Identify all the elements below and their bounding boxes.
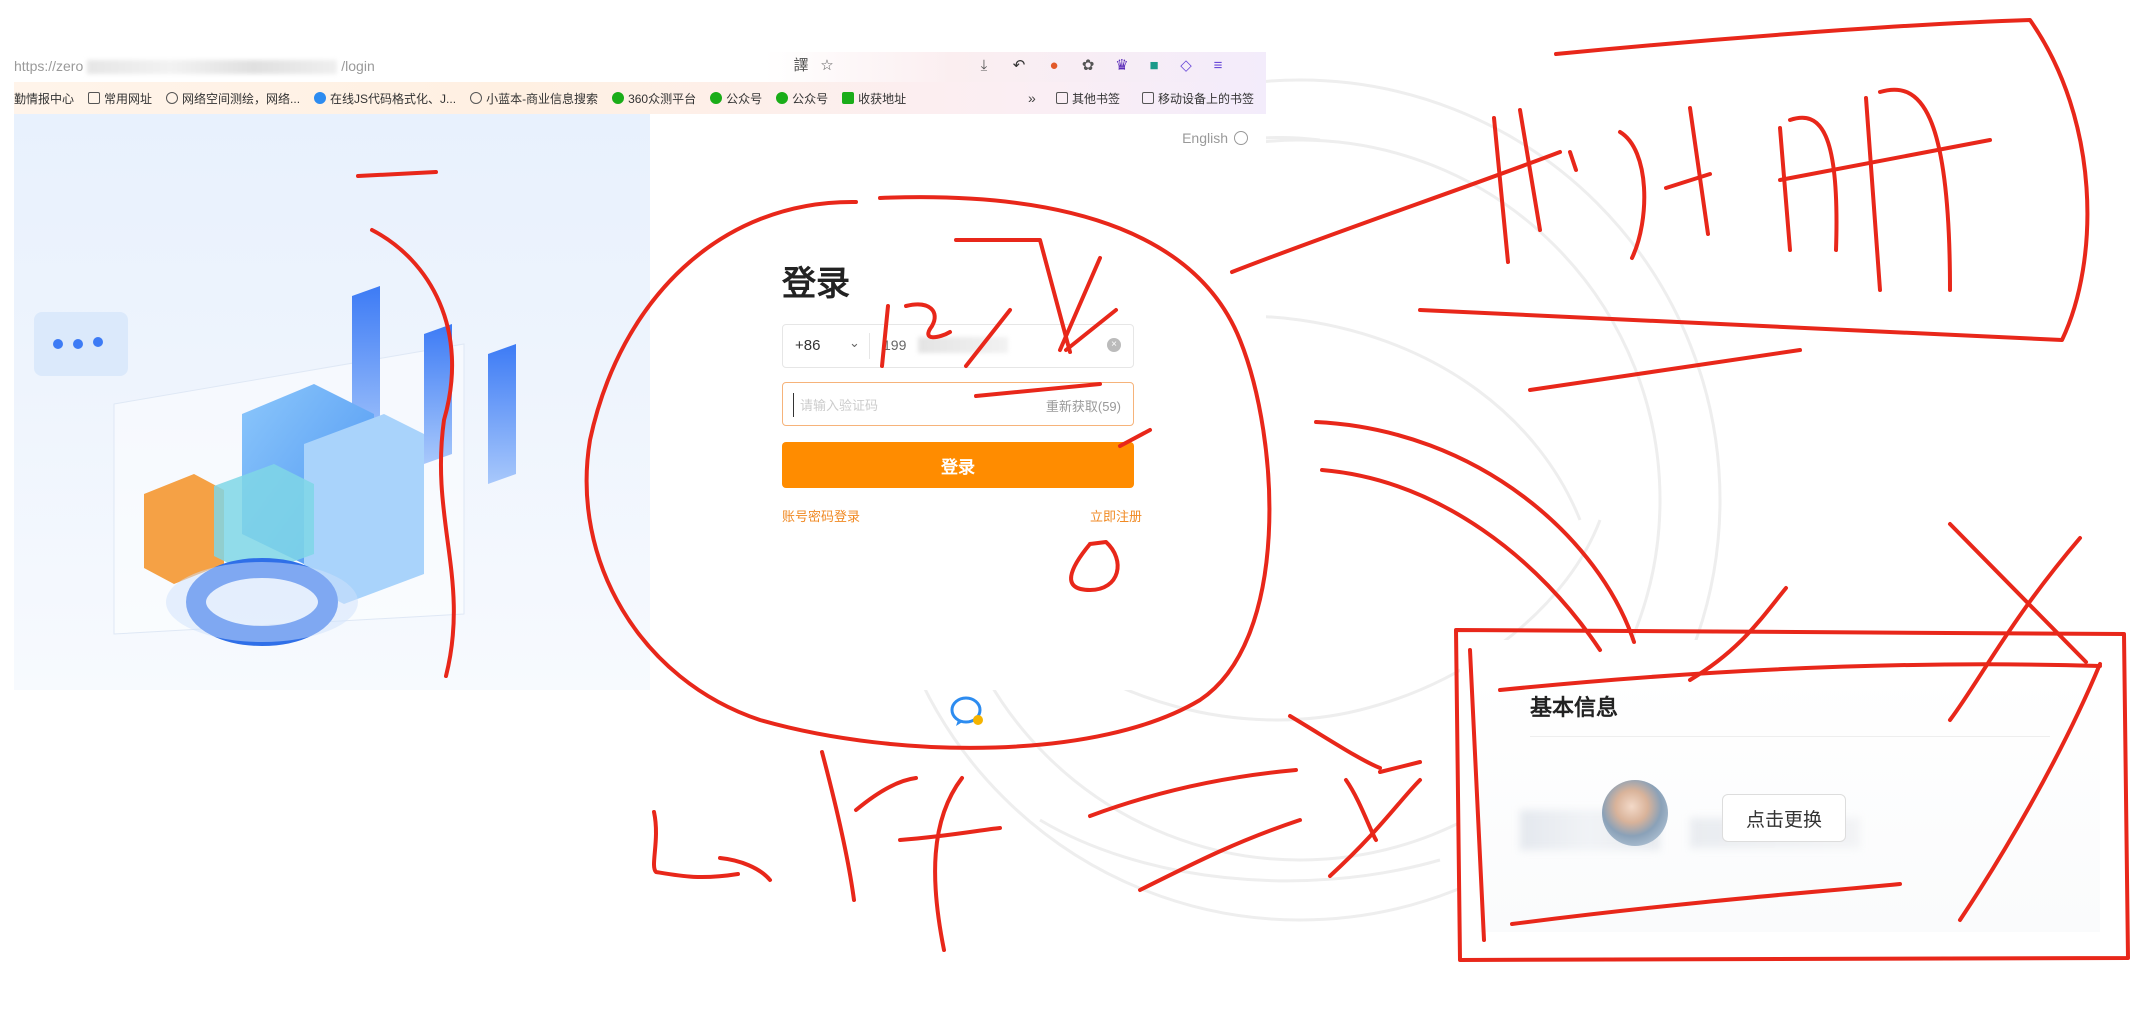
address-bar: https://zero/login 譯 ☆ ⤓ ↶ ● ✿ ♛ ■ ◇ ≡ [14,52,1266,82]
url-redacted [87,60,338,75]
site-icon [710,92,723,104]
bookmark-item[interactable]: 小蓝本-商业信息搜索 [470,90,598,107]
bookmark-label: 常用网址 [104,91,153,106]
bookmark-item[interactable]: 常用网址 [88,90,152,107]
reader-icon[interactable]: ■ [1144,56,1164,76]
share-icon[interactable]: ◇ [1176,56,1196,76]
bookmark-label: 移动设备上的书签 [1158,91,1255,106]
divider [869,333,870,359]
url-field[interactable]: https://zero/login [14,58,375,75]
site-icon [166,92,179,104]
avatar[interactable] [1602,780,1668,846]
bookmarks-bar: 勤情报中心 常用网址 网络空间测绘，网络... 在线JS代码格式化、J... 小… [14,82,1266,114]
bookmark-item[interactable]: 公众号 [710,90,762,107]
globe-icon [1234,131,1248,145]
site-icon [470,92,483,104]
site-icon [612,92,625,104]
bookmark-item[interactable]: 收获地址 [842,90,906,107]
country-code-select[interactable]: +86 [795,337,820,354]
folder-icon [88,92,101,104]
bookmark-label: 网络空间测绘，网络... [182,91,301,106]
basic-info-title: 基本信息 [1530,695,1619,720]
login-illustration [14,114,650,690]
bookmarks-more-icon[interactable]: » [1028,90,1036,106]
extension-icon[interactable]: ● [1044,56,1064,76]
phone-input[interactable]: 199 [883,337,906,353]
menu-icon[interactable]: ≡ [1208,56,1228,76]
site-icon [314,92,327,104]
bookmark-item[interactable]: 公众号 [776,90,828,107]
bookmark-label: 小蓝本-商业信息搜索 [486,91,599,106]
bookmark-label: 公众号 [792,91,829,106]
clear-icon[interactable]: × [1107,338,1121,352]
download-icon[interactable]: ⤓ [974,56,994,76]
password-login-link[interactable]: 账号密码登录 [782,506,860,525]
url-prefix: https://zero [14,58,84,74]
wechat-login-icon[interactable] [948,694,988,730]
phone-redacted [918,337,1008,353]
puzzle-icon[interactable]: ✿ [1078,56,1098,76]
bookmark-item[interactable]: 在线JS代码格式化、J... [314,90,456,107]
bookmark-label: 其他书签 [1072,91,1121,106]
bookmark-item[interactable]: 网络空间测绘，网络... [166,90,300,107]
bookmark-label: 勤情报中心 [14,91,75,106]
resend-code-button[interactable]: 重新获取(59) [1046,396,1121,415]
site-icon [842,92,855,104]
login-title: 登录 [782,265,850,303]
phone-field: +86 ⌄ 199 × [782,324,1134,368]
bookmark-label: 360众测平台 [628,91,697,106]
owl-icon[interactable]: ♛ [1112,56,1132,76]
change-avatar-button[interactable]: 点击更换 [1722,794,1846,842]
folder-icon [1142,92,1154,104]
profile-card-screenshot: 基本信息 点击更换 [1460,640,2120,940]
url-suffix: /login [341,58,375,74]
isometric-chart-illustration [34,286,516,646]
register-link[interactable]: 立即注册 [1090,506,1142,525]
site-icon [776,92,789,104]
chevron-down-icon[interactable]: ⌄ [849,335,860,351]
bookmark-item[interactable]: 360众测平台 [612,90,696,107]
divider [1530,736,2050,737]
bookmark-label: 收获地址 [858,91,907,106]
bookmark-folder-other[interactable]: 其他书签 [1056,90,1120,107]
verification-code-field: 重新获取(59) [782,382,1134,426]
verification-code-input[interactable] [793,393,1022,417]
back-arrow-icon[interactable]: ↶ [1009,56,1029,76]
bookmark-label: 在线JS代码格式化、J... [330,91,457,106]
star-icon[interactable]: ☆ [817,56,837,76]
browser-screenshot: https://zero/login 譯 ☆ ⤓ ↶ ● ✿ ♛ ■ ◇ ≡ 勤… [14,52,1266,726]
language-switch[interactable]: English [1182,130,1248,146]
login-button[interactable]: 登录 [782,442,1134,488]
bookmark-item[interactable]: 勤情报中心 [14,90,74,107]
folder-icon [1056,92,1068,104]
login-panel: English 登录 +86 ⌄ 199 × 重新获取(59) 登录 账号密码登… [650,114,1266,726]
language-label: English [1182,130,1228,146]
translate-icon[interactable]: 譯 [791,56,811,76]
bookmark-folder-mobile[interactable]: 移动设备上的书签 [1142,90,1254,107]
bookmark-label: 公众号 [726,91,763,106]
